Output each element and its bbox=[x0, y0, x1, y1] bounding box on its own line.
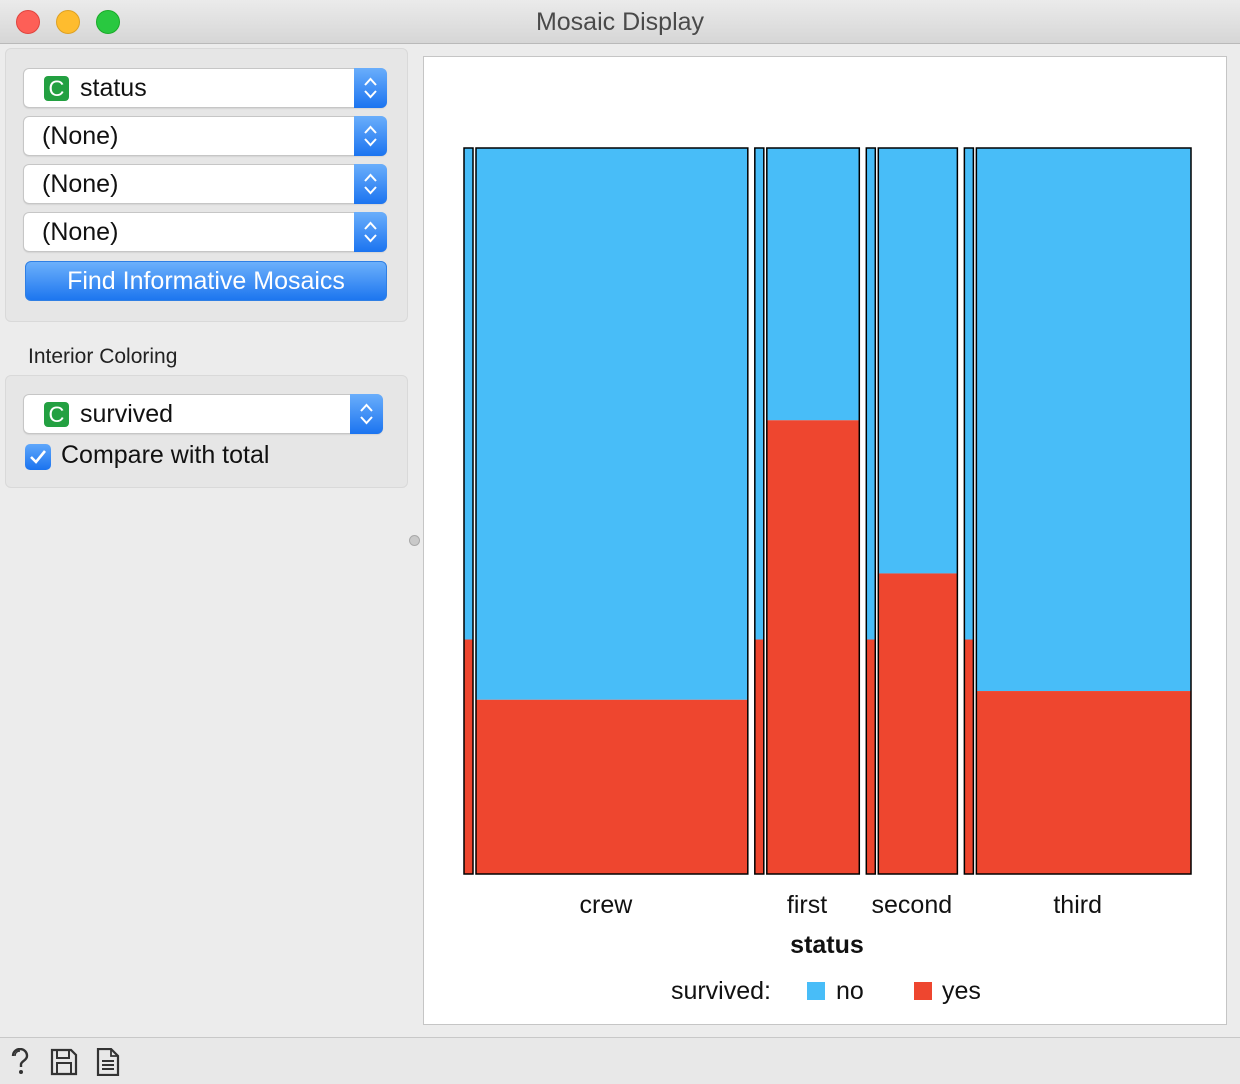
checkmark-icon bbox=[30, 450, 47, 464]
title-bar: Mosaic Display bbox=[0, 0, 1240, 44]
categorical-icon: C bbox=[44, 402, 69, 427]
category-label-second: second bbox=[872, 891, 953, 919]
updown-arrows-icon bbox=[350, 394, 383, 434]
report-icon[interactable] bbox=[96, 1048, 120, 1076]
total-strip-no-second bbox=[866, 148, 876, 640]
category-label-crew: crew bbox=[580, 891, 634, 919]
tile-yes-first bbox=[766, 420, 860, 874]
status-bar bbox=[0, 1037, 1240, 1084]
total-strip-yes-first bbox=[754, 639, 764, 874]
variable-2-label: (None) bbox=[42, 122, 119, 150]
tile-yes-third bbox=[976, 691, 1191, 874]
variable-4-label: (None) bbox=[42, 218, 119, 246]
save-icon[interactable] bbox=[50, 1048, 78, 1076]
category-label-first: first bbox=[787, 891, 827, 919]
total-strip-no-first bbox=[754, 148, 764, 640]
splitter-handle[interactable] bbox=[409, 535, 420, 546]
compare-with-total-label: Compare with total bbox=[61, 441, 270, 469]
total-strip-no-crew bbox=[464, 148, 473, 640]
category-label-third: third bbox=[1053, 891, 1102, 919]
tile-no-crew bbox=[476, 148, 748, 700]
variable-1-label: status bbox=[80, 74, 147, 102]
mosaic-plot: crew first second third status survived: no yes bbox=[463, 147, 1192, 1005]
tile-no-second bbox=[878, 148, 958, 574]
updown-arrows-icon bbox=[354, 212, 387, 252]
variable-1-combo[interactable]: C status bbox=[23, 68, 387, 108]
updown-arrows-icon bbox=[354, 164, 387, 204]
legend-swatch-yes bbox=[914, 982, 932, 1000]
find-informative-mosaics-button[interactable]: Find Informative Mosaics bbox=[25, 261, 387, 301]
interior-coloring-heading: Interior Coloring bbox=[28, 345, 178, 368]
window-title: Mosaic Display bbox=[535, 8, 705, 36]
x-axis-title: status bbox=[790, 931, 864, 959]
total-strip-no-third bbox=[964, 148, 974, 640]
help-icon[interactable] bbox=[8, 1048, 32, 1076]
tile-yes-crew bbox=[476, 699, 748, 874]
variable-2-combo[interactable]: (None) bbox=[23, 116, 387, 156]
legend-swatch-no bbox=[807, 982, 825, 1000]
updown-arrows-icon bbox=[354, 116, 387, 156]
total-strip-yes-second bbox=[866, 639, 876, 874]
tile-yes-second bbox=[878, 573, 958, 874]
legend-label-no: no bbox=[836, 977, 864, 1005]
total-strip-yes-crew bbox=[464, 639, 473, 874]
tile-no-first bbox=[766, 148, 860, 421]
legend-label-yes: yes bbox=[942, 977, 981, 1005]
compare-with-total-checkbox[interactable] bbox=[25, 444, 51, 470]
variable-3-combo[interactable]: (None) bbox=[23, 164, 387, 204]
plot-canvas: crew first second third status survived: no yes bbox=[423, 56, 1227, 1025]
coloring-variable-combo[interactable]: C survived bbox=[23, 394, 383, 434]
variable-3-label: (None) bbox=[42, 170, 119, 198]
coloring-variable-label: survived bbox=[80, 400, 174, 428]
categorical-icon: C bbox=[44, 76, 69, 101]
legend-title: survived: bbox=[671, 977, 771, 1005]
tile-no-third bbox=[976, 148, 1191, 692]
variable-4-combo[interactable]: (None) bbox=[23, 212, 387, 252]
total-strip-yes-third bbox=[964, 639, 974, 874]
updown-arrows-icon bbox=[354, 68, 387, 108]
